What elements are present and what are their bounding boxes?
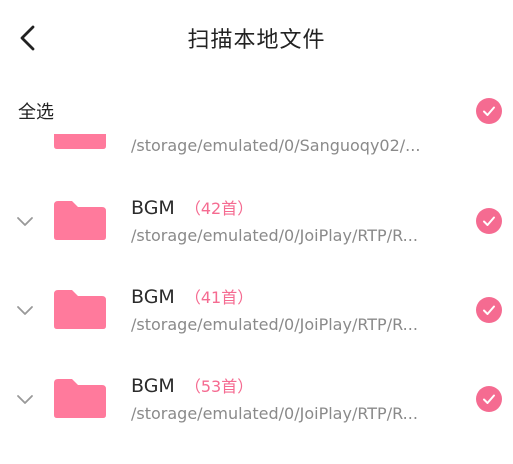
top-bar: 扫描本地文件	[0, 0, 513, 76]
song-count: （41首）	[184, 288, 254, 307]
song-count: （42首）	[184, 199, 254, 218]
folder-row[interactable]: /storage/emulated/0/Sanguoqy02/...	[0, 134, 513, 176]
folder-checkbox[interactable]	[476, 297, 502, 323]
checkmark-icon	[483, 305, 495, 315]
expand-chevron-icon[interactable]	[14, 210, 36, 232]
folder-row[interactable]: BGM （41首） /storage/emulated/0/JoiPlay/RTP…	[0, 266, 513, 354]
checkmark-icon	[483, 394, 495, 404]
folder-list: /storage/emulated/0/Sanguoqy02/... BGM （4…	[0, 134, 513, 464]
song-count: （53首）	[184, 377, 254, 396]
folder-row[interactable]: BGM （53首） /storage/emulated/0/JoiPlay/RTP…	[0, 355, 513, 443]
folder-path: /storage/emulated/0/JoiPlay/RTP/R...	[131, 226, 418, 245]
expand-chevron-icon[interactable]	[14, 388, 36, 410]
folder-icon	[52, 134, 108, 150]
folder-name: BGM	[131, 286, 175, 308]
folder-icon	[52, 377, 108, 419]
folder-icon	[52, 199, 108, 241]
folder-path: /storage/emulated/0/JoiPlay/RTP/R...	[131, 404, 418, 423]
folder-row[interactable]: BGM （42首） /storage/emulated/0/JoiPlay/RTP…	[0, 177, 513, 265]
folder-path: /storage/emulated/0/JoiPlay/RTP/R...	[131, 315, 418, 334]
page-title: 扫描本地文件	[187, 28, 326, 53]
folder-title: BGM （41首）	[131, 284, 253, 308]
folder-name: BGM	[131, 197, 175, 219]
select-all-label: 全选	[18, 102, 54, 123]
checkmark-icon	[483, 106, 495, 116]
folder-icon	[52, 288, 108, 330]
folder-title: BGM （42首）	[131, 195, 253, 219]
checkmark-icon	[483, 216, 495, 226]
expand-chevron-icon[interactable]	[14, 299, 36, 321]
select-all-row[interactable]: 全选	[0, 88, 513, 134]
folder-path: /storage/emulated/0/Sanguoqy02/...	[131, 136, 421, 155]
folder-name: BGM	[131, 375, 175, 397]
folder-checkbox[interactable]	[476, 386, 502, 412]
select-all-checkbox[interactable]	[476, 98, 502, 124]
folder-title: BGM （53首）	[131, 373, 253, 397]
folder-checkbox[interactable]	[476, 208, 502, 234]
